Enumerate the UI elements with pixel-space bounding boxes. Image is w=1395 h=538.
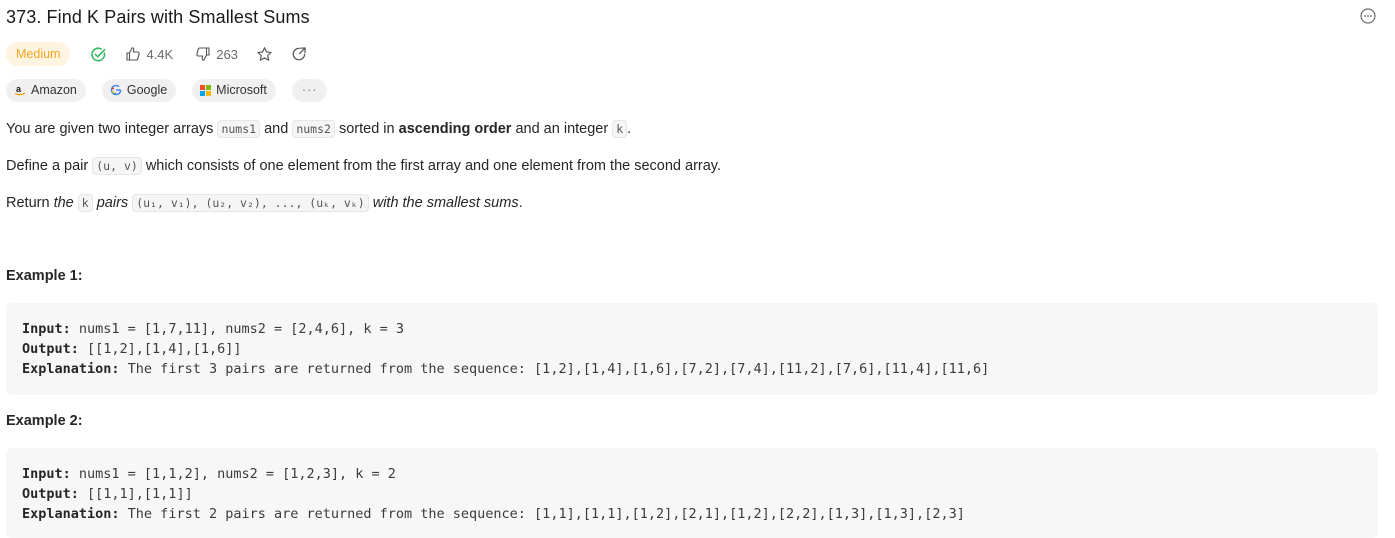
favorite-star-icon[interactable] bbox=[256, 46, 273, 63]
italic-text: the bbox=[53, 195, 74, 211]
output-value: [[1,2],[1,4],[1,6]] bbox=[78, 341, 242, 357]
text: sorted in bbox=[334, 121, 399, 137]
meta-row: Medium 4.4K 263 bbox=[6, 41, 307, 67]
input-value: nums1 = [1,1,2], nums2 = [1,2,3], k = 2 bbox=[70, 466, 396, 482]
inline-code: (u, v) bbox=[92, 157, 142, 175]
text: Return bbox=[6, 195, 54, 211]
output-label: Output: bbox=[22, 341, 79, 357]
inline-code: k bbox=[612, 120, 628, 138]
dislikes-count: 263 bbox=[216, 46, 238, 62]
problem-title: 373. Find K Pairs with Smallest Sums bbox=[6, 6, 310, 27]
title-row: 373. Find K Pairs with Smallest Sums bbox=[6, 5, 1385, 29]
like-button[interactable]: 4.4K bbox=[125, 46, 173, 62]
bold-text: ascending order bbox=[398, 121, 512, 137]
text: and an integer bbox=[511, 121, 613, 137]
tag-google[interactable]: Google bbox=[101, 78, 177, 102]
text: Define a pair bbox=[6, 158, 93, 174]
example-input: Input: nums1 = [1,7,11], nums2 = [2,4,6]… bbox=[22, 319, 1362, 339]
example-1-block: Input: nums1 = [1,7,11], nums2 = [2,4,6]… bbox=[6, 303, 1378, 395]
explanation-label: Explanation: bbox=[22, 506, 120, 522]
dislike-button[interactable]: 263 bbox=[195, 46, 238, 62]
input-label: Input: bbox=[22, 321, 71, 337]
likes-count: 4.4K bbox=[146, 46, 174, 62]
italic-text: pairs bbox=[96, 195, 129, 211]
tag-label: Microsoft bbox=[216, 83, 267, 97]
text: You are given two integer arrays bbox=[6, 121, 218, 137]
more-options-icon[interactable] bbox=[1360, 8, 1376, 24]
description-paragraph-1: You are given two integer arrays nums1 a… bbox=[6, 119, 631, 139]
input-label: Input: bbox=[22, 466, 71, 482]
text: . bbox=[518, 195, 523, 211]
example-2-title: Example 2: bbox=[6, 413, 83, 429]
difficulty-badge[interactable]: Medium bbox=[6, 42, 71, 66]
thumbs-down-icon bbox=[196, 47, 210, 61]
inline-code: k bbox=[77, 194, 93, 212]
example-input: Input: nums1 = [1,1,2], nums2 = [1,2,3],… bbox=[22, 464, 1362, 484]
tag-amazon[interactable]: a Amazon bbox=[6, 78, 86, 102]
inline-code: nums1 bbox=[217, 120, 261, 138]
tag-label: Google bbox=[126, 83, 168, 97]
google-logo-icon bbox=[110, 84, 122, 96]
example-1-title: Example 1: bbox=[6, 268, 83, 284]
output-label: Output: bbox=[22, 486, 79, 502]
example-output: Output: [[1,1],[1,1]] bbox=[22, 484, 1362, 504]
explanation-value: The first 3 pairs are returned from the … bbox=[119, 361, 990, 377]
example-output: Output: [[1,2],[1,4],[1,6]] bbox=[22, 339, 1362, 359]
microsoft-logo-icon bbox=[200, 84, 212, 96]
more-tags-button[interactable]: ··· bbox=[291, 78, 328, 102]
example-explanation: Explanation: The first 3 pairs are retur… bbox=[22, 359, 1362, 379]
input-value: nums1 = [1,7,11], nums2 = [2,4,6], k = 3 bbox=[70, 321, 405, 337]
amazon-logo-icon: a bbox=[14, 84, 26, 96]
text: which consists of one element from the f… bbox=[141, 158, 721, 174]
output-value: [[1,1],[1,1]] bbox=[78, 486, 193, 502]
italic-text: with the smallest sums bbox=[372, 195, 519, 211]
example-explanation: Explanation: The first 2 pairs are retur… bbox=[22, 504, 1362, 524]
text: and bbox=[260, 121, 293, 137]
explanation-label: Explanation: bbox=[22, 361, 120, 377]
inline-code: nums2 bbox=[292, 120, 335, 138]
text: . bbox=[627, 121, 632, 137]
svg-text:a: a bbox=[16, 84, 22, 94]
tag-microsoft[interactable]: Microsoft bbox=[192, 78, 276, 102]
tag-label: Amazon bbox=[31, 83, 77, 97]
explanation-value: The first 2 pairs are returned from the … bbox=[119, 506, 965, 522]
thumbs-up-icon bbox=[126, 47, 141, 61]
share-icon[interactable] bbox=[291, 46, 307, 62]
solved-check-icon bbox=[90, 46, 107, 63]
inline-code: (u₁, v₁), (u₂, v₂), ..., (uₖ, vₖ) bbox=[132, 194, 369, 212]
company-tags: a Amazon Google Microsoft ··· bbox=[6, 78, 343, 102]
description-paragraph-2: Define a pair (u, v) which consists of o… bbox=[6, 156, 721, 176]
description-paragraph-3: Return the k pairs (u₁, v₁), (u₂, v₂), .… bbox=[6, 193, 523, 213]
example-2-block: Input: nums1 = [1,1,2], nums2 = [1,2,3],… bbox=[6, 448, 1378, 538]
